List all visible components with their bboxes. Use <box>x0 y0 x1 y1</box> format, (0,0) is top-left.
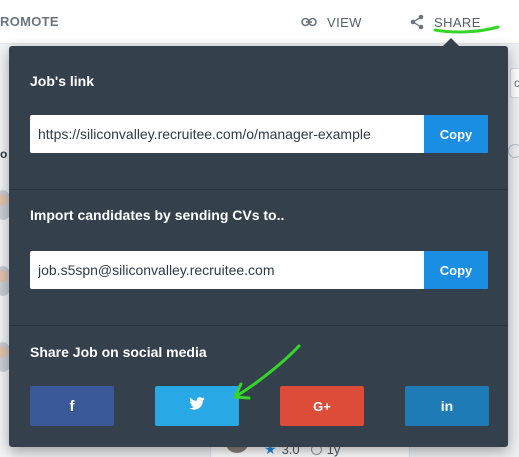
share-icon <box>410 14 424 30</box>
google-plus-icon: G+ <box>313 398 331 414</box>
background-text-fragment: o <box>0 147 8 161</box>
import-cv-field: Copy <box>30 251 488 289</box>
top-bar: ROMOTE VIEW SHARE <box>0 0 519 44</box>
copy-email-button[interactable]: Copy <box>424 251 488 289</box>
job-link-input[interactable] <box>30 115 424 153</box>
job-link-title: Job's link <box>30 73 95 89</box>
import-cv-title: Import candidates by sending CVs to.. <box>30 207 285 223</box>
facebook-share-button[interactable]: f <box>30 386 114 426</box>
facebook-icon: f <box>69 397 75 415</box>
twitter-icon <box>189 397 205 415</box>
job-link-field: Copy <box>30 115 488 153</box>
divider <box>9 189 508 190</box>
promote-tab[interactable]: ROMOTE <box>0 14 59 29</box>
linkedin-icon: in <box>440 398 454 414</box>
background-right-column: c <box>508 44 519 457</box>
view-button[interactable]: VIEW <box>301 10 362 34</box>
share-popover: Job's link Copy Import candidates by sen… <box>9 38 508 447</box>
link-icon <box>301 17 317 27</box>
linkedin-share-button[interactable]: in <box>405 386 489 426</box>
chevron-icon <box>508 144 519 158</box>
background-tag: c <box>510 68 519 98</box>
import-email-input[interactable] <box>30 251 424 289</box>
twitter-share-button[interactable] <box>155 386 239 426</box>
social-share-title: Share Job on social media <box>30 344 207 360</box>
popover-caret <box>443 38 459 46</box>
divider <box>9 325 508 326</box>
copy-job-link-button[interactable]: Copy <box>424 115 488 153</box>
annotation-underline <box>433 25 500 34</box>
annotation-arrow <box>233 344 301 400</box>
view-label: VIEW <box>327 14 362 30</box>
